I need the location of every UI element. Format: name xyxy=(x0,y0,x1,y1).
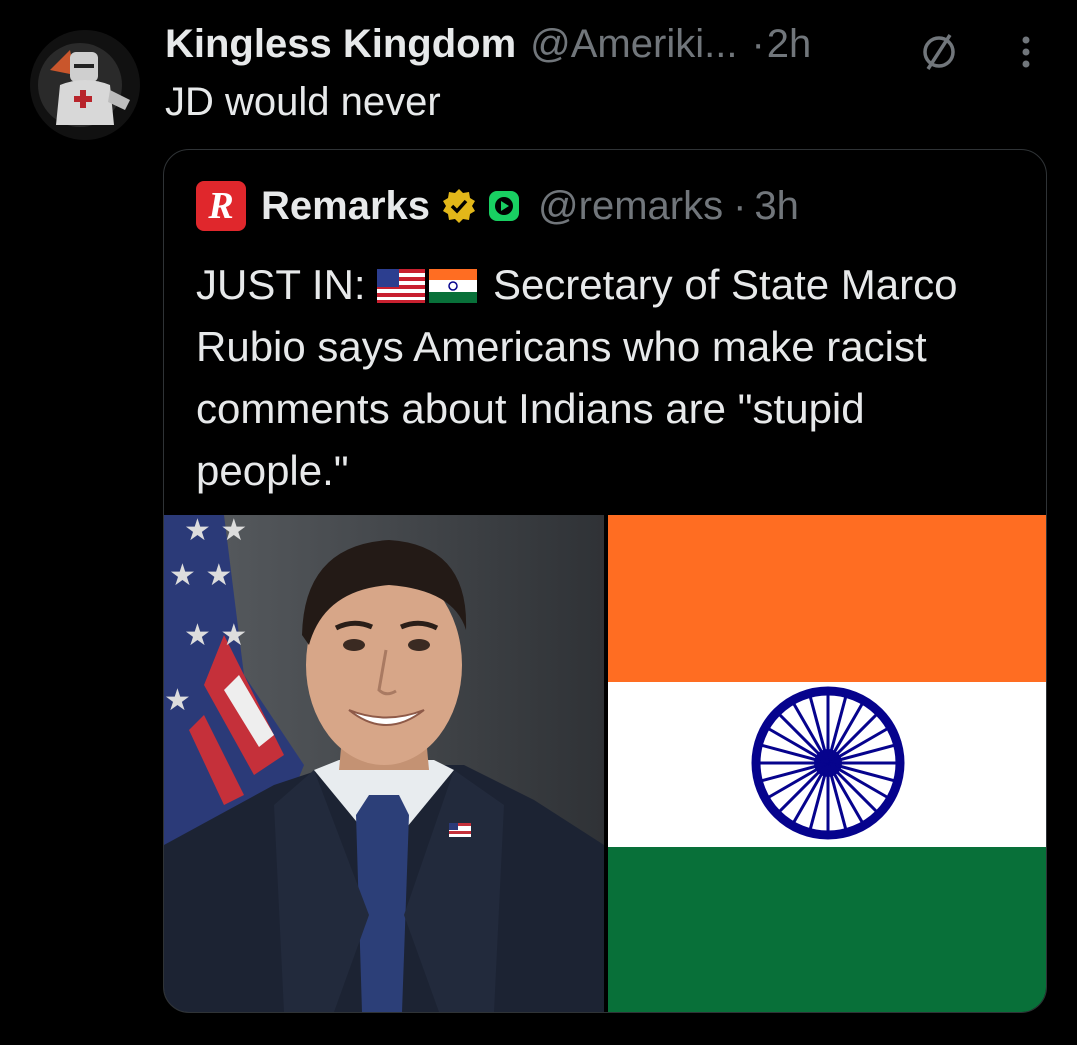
india-flag-emoji-icon xyxy=(429,258,478,303)
user-handle[interactable]: @Ameriki... xyxy=(530,22,737,67)
timestamp[interactable]: 2h xyxy=(767,22,812,67)
tweet-text: JD would never xyxy=(165,80,441,124)
svg-text:★: ★ xyxy=(164,683,191,718)
display-name[interactable]: Kingless Kingdom xyxy=(165,22,516,67)
remarks-logo-icon[interactable]: R xyxy=(196,181,246,231)
quote-separator-dot: · xyxy=(733,183,747,228)
tweet-header: Kingless Kingdom @Ameriki... · 2h xyxy=(165,22,1045,72)
quote-timestamp[interactable]: 3h xyxy=(754,184,799,229)
us-flag-emoji-icon xyxy=(377,258,426,303)
ashoka-chakra-icon xyxy=(751,686,905,840)
svg-text:★ ★: ★ ★ xyxy=(169,558,232,593)
quote-handle[interactable]: @remarks xyxy=(538,184,723,229)
quote-display-name[interactable]: Remarks xyxy=(261,184,430,229)
media-grid: ★ ★ ★ ★ ★ ★ ★ xyxy=(164,515,1046,1012)
quote-text: JUST IN: Secretary of State Marco Rubio … xyxy=(196,254,1026,502)
separator-dot: · xyxy=(751,22,765,66)
quoted-tweet[interactable]: R Remarks @remarks · 3h JUST IN: Secreta… xyxy=(163,149,1047,1013)
india-flag[interactable] xyxy=(608,515,1046,1012)
quote-text-prefix: JUST IN: xyxy=(196,261,366,308)
verified-badge-icon xyxy=(440,187,478,225)
portrait-photo[interactable]: ★ ★ ★ ★ ★ ★ ★ xyxy=(164,515,604,1012)
affiliate-badge-icon xyxy=(486,188,522,224)
svg-text:★ ★: ★ ★ xyxy=(184,618,247,653)
more-vertical-icon[interactable] xyxy=(1012,30,1040,74)
svg-text:★ ★: ★ ★ xyxy=(184,515,247,548)
quote-header: R Remarks @remarks · 3h xyxy=(196,180,799,232)
circle-slash-icon xyxy=(917,28,961,72)
avatar[interactable] xyxy=(30,30,140,140)
